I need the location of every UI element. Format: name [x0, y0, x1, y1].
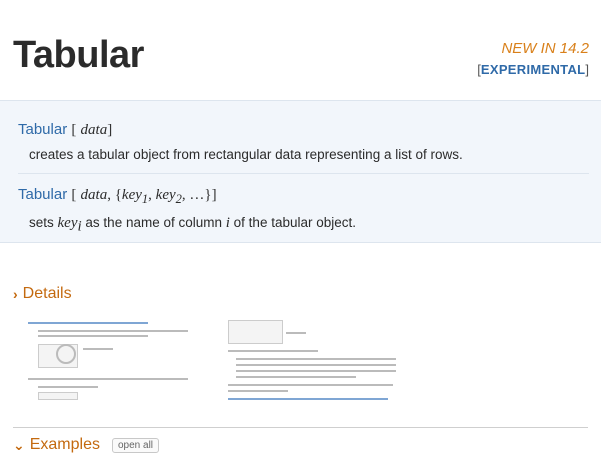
arg-key1: key: [121, 187, 142, 203]
preview-line: [28, 322, 148, 324]
arg-ellipsis: , …}: [181, 187, 212, 203]
function-name-link[interactable]: Tabular: [18, 186, 67, 203]
open-bracket: [: [71, 122, 77, 138]
preview-line: [28, 378, 188, 380]
usage-item-1: Tabular [ data] creates a tabular object…: [18, 121, 463, 162]
examples-heading[interactable]: Examples: [30, 436, 100, 454]
preview-line: [236, 376, 356, 378]
preview-line: [228, 398, 388, 400]
experimental-badge[interactable]: [EXPERIMENTAL]: [477, 62, 589, 77]
details-preview-right[interactable]: [228, 318, 398, 402]
arg-data: data: [80, 122, 108, 138]
details-preview-left[interactable]: [28, 318, 198, 402]
preview-table: [228, 320, 283, 344]
magnify-icon: [56, 344, 76, 364]
experimental-label[interactable]: EXPERIMENTAL: [481, 62, 585, 77]
details-heading[interactable]: Details: [23, 285, 72, 303]
section-divider: [13, 427, 588, 428]
arg-key2: key: [155, 187, 176, 203]
chevron-down-icon: ⌄: [13, 436, 25, 453]
usage-divider: [18, 173, 589, 174]
preview-line: [38, 386, 98, 388]
experimental-close-bracket: ]: [585, 62, 589, 77]
preview-line: [228, 384, 393, 386]
preview-line: [236, 358, 396, 360]
desc-text: sets: [29, 215, 58, 230]
usage-signature-2: Tabular [ data, {key1, key2, …}]: [18, 186, 217, 206]
preview-line: [236, 364, 396, 366]
desc-text: of the tabular object.: [229, 215, 357, 230]
usage-item-2: Tabular [ data, {key1, key2, …}] sets ke…: [18, 186, 356, 236]
preview-line: [236, 370, 396, 372]
arg-separator: , {: [107, 187, 122, 203]
usage-signature-1: Tabular [ data]: [18, 121, 463, 139]
arg-data: data: [80, 187, 108, 203]
function-name-link[interactable]: Tabular: [18, 121, 67, 138]
preview-line: [83, 348, 113, 350]
usage-section: Tabular [ data] creates a tabular object…: [0, 100, 601, 243]
usage-description-2: sets keyi as the name of column i of the…: [29, 215, 356, 236]
examples-toggle[interactable]: ⌄ Examples open all: [13, 436, 160, 454]
close-bracket: ]: [211, 187, 217, 203]
desc-key: key: [57, 215, 78, 231]
preview-line: [38, 330, 188, 332]
new-in-badge: NEW IN 14.2: [501, 40, 589, 57]
open-all-button[interactable]: open all: [111, 437, 160, 453]
desc-text: as the name of column: [81, 215, 226, 230]
preview-line: [228, 350, 318, 352]
details-toggle[interactable]: › Details: [13, 285, 72, 303]
usage-description-1: creates a tabular object from rectangula…: [29, 147, 463, 162]
open-bracket: [: [71, 187, 77, 203]
page-title: Tabular: [13, 34, 144, 76]
preview-line: [228, 390, 288, 392]
close-bracket: ]: [107, 122, 113, 138]
page-header: Tabular NEW IN 14.2 [EXPERIMENTAL]: [0, 0, 601, 100]
preview-table: [38, 392, 78, 400]
preview-line: [38, 335, 148, 337]
chevron-right-icon: ›: [13, 286, 18, 302]
preview-line: [286, 332, 306, 334]
